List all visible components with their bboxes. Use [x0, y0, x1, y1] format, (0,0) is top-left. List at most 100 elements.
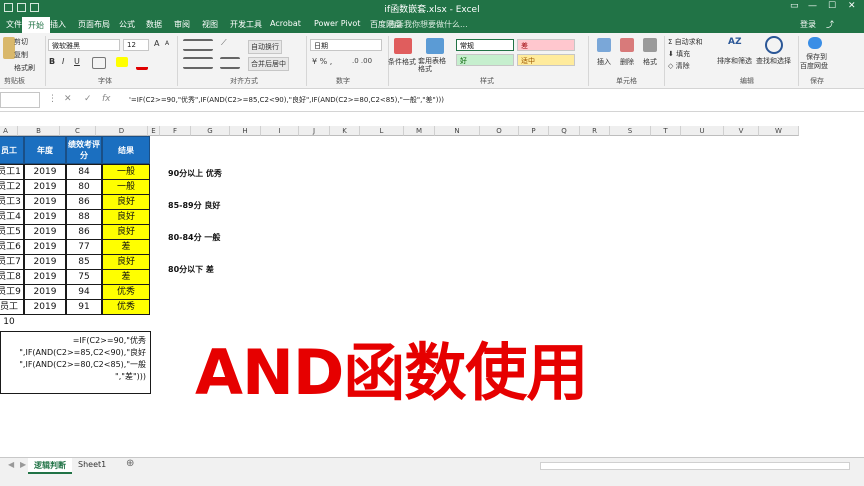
tab-review[interactable]: 审阅: [174, 19, 190, 30]
column-header[interactable]: N: [435, 126, 480, 136]
table-cell[interactable]: 一般: [102, 164, 150, 180]
table-cell[interactable]: 2019: [24, 254, 66, 270]
bold-button[interactable]: B: [49, 57, 55, 66]
indent-icon[interactable]: [220, 57, 240, 69]
table-format-button[interactable]: 套用表格格式: [418, 57, 452, 73]
align-left-icon[interactable]: [183, 57, 213, 69]
table-cell[interactable]: 员工5: [0, 224, 24, 240]
login-link[interactable]: 登录: [800, 19, 816, 30]
tab-power-pivot[interactable]: Power Pivot: [314, 19, 360, 28]
tab-insert[interactable]: 插入: [50, 19, 66, 30]
tab-view[interactable]: 视图: [202, 19, 218, 30]
table-cell[interactable]: 84: [66, 164, 102, 180]
table-cell[interactable]: 员工1: [0, 164, 24, 180]
table-cell[interactable]: 2019: [24, 284, 66, 300]
column-header[interactable]: B: [18, 126, 60, 136]
table-header-cell[interactable]: 员工: [0, 136, 24, 164]
border-icon[interactable]: [92, 57, 106, 69]
clear-button[interactable]: ◇ 清除: [668, 61, 690, 71]
cancel-icon[interactable]: ✕: [64, 94, 72, 104]
table-header-cell[interactable]: 绩效考评分: [66, 136, 102, 164]
table-cell[interactable]: 2019: [24, 239, 66, 255]
tab-home[interactable]: 开始: [22, 17, 50, 33]
table-cell[interactable]: 88: [66, 209, 102, 225]
style-bad[interactable]: 差: [517, 39, 575, 51]
name-box[interactable]: [0, 92, 40, 108]
column-header[interactable]: U: [681, 126, 724, 136]
grow-font-button[interactable]: A: [154, 39, 159, 48]
table-format-icon[interactable]: [426, 38, 444, 54]
baidu-cloud-icon[interactable]: [808, 37, 822, 49]
column-header[interactable]: C: [60, 126, 96, 136]
rule-text[interactable]: 80分以下 差: [168, 264, 214, 275]
table-cell[interactable]: 2019: [24, 179, 66, 195]
table-cell[interactable]: 94: [66, 284, 102, 300]
column-header[interactable]: I: [261, 126, 299, 136]
sort-filter-icon[interactable]: AZ: [728, 37, 742, 51]
table-cell[interactable]: 员工7: [0, 254, 24, 270]
rule-text[interactable]: 90分以上 优秀: [168, 168, 222, 179]
column-header[interactable]: A: [0, 126, 18, 136]
table-cell[interactable]: 2019: [24, 269, 66, 285]
table-cell[interactable]: 员工3: [0, 194, 24, 210]
column-header[interactable]: D: [96, 126, 148, 136]
column-header[interactable]: K: [330, 126, 360, 136]
shrink-font-button[interactable]: A: [165, 40, 169, 47]
table-cell[interactable]: 2019: [24, 164, 66, 180]
orientation-icon[interactable]: ⟋: [221, 38, 235, 48]
column-header[interactable]: L: [360, 126, 404, 136]
font-color-icon[interactable]: [136, 57, 148, 70]
column-header[interactable]: O: [480, 126, 519, 136]
underline-button[interactable]: U: [74, 57, 80, 66]
table-cell[interactable]: 良好: [102, 194, 150, 210]
maximize-icon[interactable]: ☐: [828, 1, 836, 11]
column-header[interactable]: R: [580, 126, 610, 136]
sheet-tab-logic[interactable]: 逻辑判断: [28, 458, 72, 474]
number-format-select[interactable]: 日期: [310, 39, 382, 51]
table-cell[interactable]: 差: [102, 269, 150, 285]
fill-button[interactable]: ⬇ 填充: [668, 49, 690, 59]
table-cell[interactable]: 91: [66, 299, 102, 315]
cut-button[interactable]: 剪切: [14, 37, 28, 47]
style-neutral[interactable]: 适中: [517, 54, 575, 66]
font-name-select[interactable]: 微软雅黑: [48, 39, 120, 51]
tab-acrobat[interactable]: Acrobat: [270, 19, 301, 28]
decimal-icon[interactable]: .0 .00: [352, 57, 372, 65]
column-header[interactable]: V: [724, 126, 759, 136]
format-painter-button[interactable]: 格式刷: [14, 63, 35, 73]
fill-color-icon[interactable]: [116, 57, 128, 67]
tab-data[interactable]: 数据: [146, 19, 162, 30]
format-cells-icon[interactable]: [643, 38, 657, 52]
table-cell[interactable]: 员工8: [0, 269, 24, 285]
column-header[interactable]: M: [404, 126, 435, 136]
sort-filter-button[interactable]: 排序和筛选: [717, 56, 752, 66]
delete-cells-button[interactable]: 删除: [620, 57, 634, 67]
autosum-button[interactable]: Σ 自动求和: [668, 37, 703, 47]
baidu-save-label-2[interactable]: 百度网盘: [800, 61, 828, 71]
enter-icon[interactable]: ✓: [84, 94, 92, 104]
column-header[interactable]: J: [299, 126, 330, 136]
table-cell[interactable]: 员工9: [0, 284, 24, 300]
table-cell[interactable]: 良好: [102, 224, 150, 240]
column-header[interactable]: W: [759, 126, 799, 136]
table-cell[interactable]: 良好: [102, 254, 150, 270]
table-cell[interactable]: 员工6: [0, 239, 24, 255]
tell-me-search[interactable]: 告诉我你想要做什么...: [388, 19, 468, 30]
table-cell[interactable]: 86: [66, 224, 102, 240]
currency-icon[interactable]: ¥ % ,: [312, 57, 332, 66]
column-header[interactable]: E: [148, 126, 160, 136]
table-header-cell[interactable]: 结果: [102, 136, 150, 164]
rule-text[interactable]: 80-84分 一般: [168, 232, 220, 243]
table-cell[interactable]: 2019: [24, 194, 66, 210]
add-sheet-icon[interactable]: ⊕: [120, 458, 140, 474]
table-cell[interactable]: 员工10: [0, 299, 24, 327]
column-header[interactable]: S: [610, 126, 651, 136]
table-cell[interactable]: 77: [66, 239, 102, 255]
table-cell[interactable]: 员工4: [0, 209, 24, 225]
wrap-text-button[interactable]: 自动换行: [248, 40, 282, 54]
table-cell[interactable]: 一般: [102, 179, 150, 195]
formula-text-box[interactable]: =IF(C2>=90,"优秀 ",IF(AND(C2>=85,C2<90),"良…: [0, 331, 151, 394]
find-select-button[interactable]: 查找和选择: [756, 56, 791, 66]
tab-file[interactable]: 文件: [6, 19, 22, 30]
font-size-select[interactable]: 12: [123, 39, 149, 51]
